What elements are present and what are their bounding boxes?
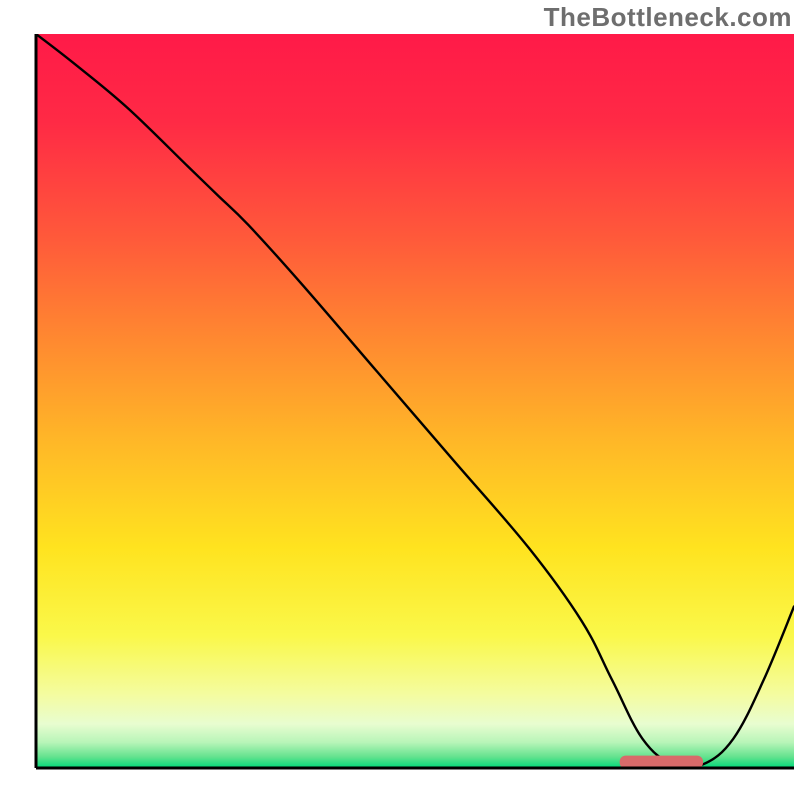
gradient-background: [36, 34, 794, 768]
watermark-text: TheBottleneck.com: [544, 2, 792, 33]
bottleneck-chart: [0, 0, 800, 800]
